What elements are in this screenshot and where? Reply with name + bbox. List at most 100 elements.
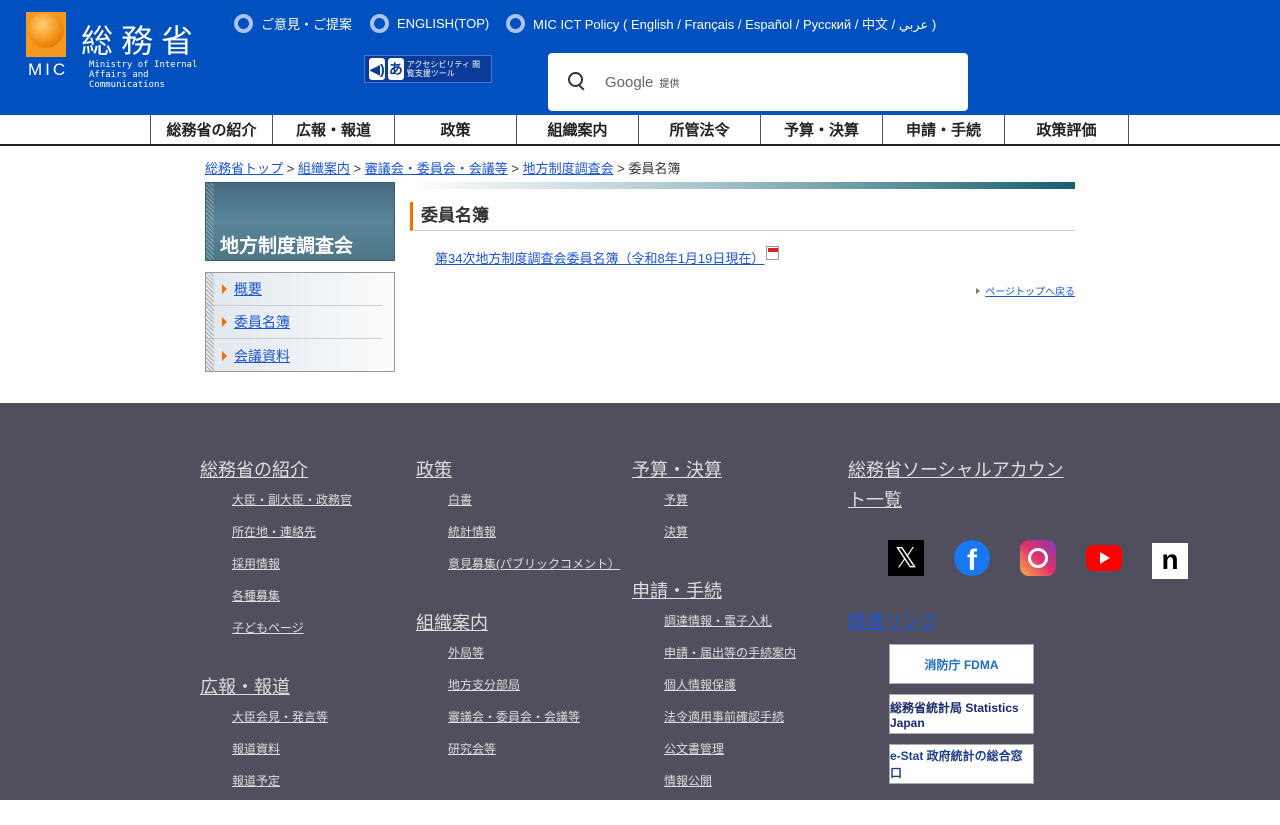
nav-budget[interactable]: 予算・決算: [760, 115, 882, 144]
footer-heading-link[interactable]: 政策: [416, 455, 452, 485]
footer-heading-link[interactable]: 組織案内: [416, 608, 488, 638]
search-provided: 提供: [659, 78, 680, 90]
breadcrumb-sep: >: [353, 161, 362, 176]
x-icon[interactable]: 𝕏: [888, 540, 924, 576]
accessibility-tool-button[interactable]: ◀) あ アクセシビリティ 閲覧支援ツール: [364, 55, 492, 83]
facebook-icon[interactable]: f: [954, 540, 990, 577]
footer-link[interactable]: 報道資料: [232, 739, 416, 771]
member-list-pdf-link[interactable]: 第34次地方制度調査会委員名簿（令和8年1月19日現在）: [435, 248, 764, 267]
logo-kanji: 総務省: [81, 22, 202, 60]
footer-link[interactable]: 報道予定: [232, 771, 416, 803]
sidebar-item-members[interactable]: 委員名簿: [206, 306, 382, 339]
link-label: ENGLISH(TOP): [397, 16, 490, 31]
footer-col-4: 総務省ソーシャルアカウント一覧: [848, 455, 1064, 520]
footer-section: 総務省の紹介大臣・副大臣・政務官 所在地・連絡先 採用情報 各種募集 子どもページ: [200, 455, 416, 650]
breadcrumb-sep: >: [617, 161, 625, 176]
sidebar-link[interactable]: 概要: [234, 279, 262, 299]
footer-link[interactable]: 統計情報: [448, 522, 632, 554]
page-top: ページトップへ戻る: [976, 283, 1075, 298]
link-label: ご意見・ご提案: [261, 17, 353, 32]
sidebar-link[interactable]: 会議資料: [234, 346, 290, 366]
footer-link[interactable]: 情報公開: [664, 771, 848, 803]
link-label: MIC ICT Policy ( English / Français / Es…: [533, 17, 937, 32]
accessibility-label: アクセシビリティ 閲覧支援ツール: [406, 60, 481, 78]
footer-link[interactable]: 法令適用事前確認手続: [664, 707, 848, 739]
footer-link[interactable]: 申請・届出等の手続案内: [664, 643, 848, 675]
footer-link[interactable]: 地方支分部局: [448, 675, 632, 707]
sidebar-link[interactable]: 委員名簿: [234, 312, 290, 332]
sidebar-item-materials[interactable]: 会議資料: [206, 339, 382, 372]
footer-heading-link[interactable]: 申請・手続: [632, 576, 722, 606]
back-to-top-link[interactable]: ページトップへ戻る: [985, 283, 1075, 298]
header: 総務省 MIC Ministry of Internal Affairs and…: [0, 0, 1280, 115]
footer-link[interactable]: 白書: [448, 490, 632, 522]
logo-en: Ministry of Internal Affairs and Communi…: [89, 60, 198, 90]
hiragana-icon: あ: [387, 58, 404, 80]
breadcrumb-current: 委員名簿: [628, 161, 681, 176]
footer-link[interactable]: 各種募集: [232, 586, 416, 618]
breadcrumb-link[interactable]: 地方制度調査会: [523, 161, 614, 176]
breadcrumb: 総務省トップ > 組織案内 > 審議会・委員会・会議等 > 地方制度調査会 > …: [205, 158, 680, 177]
arrow-icon: [222, 350, 227, 361]
related-links-heading[interactable]: 関連リンク: [848, 607, 938, 637]
footer-link[interactable]: 所在地・連絡先: [232, 522, 416, 554]
footer-heading-link[interactable]: 広報・報道: [200, 672, 290, 702]
radio-icon: [370, 14, 389, 33]
footer-link[interactable]: 大臣・副大臣・政務官: [232, 490, 416, 522]
radio-icon: [234, 14, 253, 33]
ict-policy-link[interactable]: MIC ICT Policy ( English / Français / Es…: [506, 14, 936, 33]
footer-link[interactable]: 大臣会見・発言等: [232, 707, 416, 739]
breadcrumb-link[interactable]: 組織案内: [298, 161, 350, 176]
footer-section: 組織案内外局等 地方支分部局 審議会・委員会・会議等 研究会等: [416, 608, 632, 771]
sidebar-item-overview[interactable]: 概要: [206, 273, 382, 306]
footer-link[interactable]: 個人情報保護: [664, 675, 848, 707]
nav-press[interactable]: 広報・報道: [272, 115, 394, 144]
youtube-icon[interactable]: [1086, 545, 1122, 571]
footer-col-2: 政策白書 統計情報 意見募集(パブリックコメント） 組織案内外局等 地方支分部局 審議会・…: [416, 455, 632, 793]
footer-section: 申請・手続調達情報・電子入札 申請・届出等の手続案内 個人情報保護 法令適用事前確認手…: [632, 576, 848, 803]
search-input[interactable]: Google 提供: [548, 53, 968, 111]
footer-link[interactable]: 調達情報・電子入札: [664, 611, 848, 643]
footer-section: 広報・報道大臣会見・発言等 報道資料 報道予定: [200, 672, 416, 803]
estat-banner[interactable]: e-Stat 政府統計の総合窓口: [889, 744, 1034, 784]
nav-evaluation[interactable]: 政策評価: [1004, 115, 1129, 144]
breadcrumb-link[interactable]: 審議会・委員会・会議等: [365, 161, 508, 176]
nav-laws[interactable]: 所管法令: [638, 115, 760, 144]
footer-col-3: 予算・決算予算 決算申請・手続調達情報・電子入札 申請・届出等の手続案内 個人情報保護…: [632, 455, 848, 825]
decorative-bar: [410, 182, 1075, 189]
footer-link[interactable]: 子どもページ: [232, 618, 416, 650]
fdma-banner[interactable]: 消防庁 FDMA: [889, 644, 1034, 684]
footer-link[interactable]: 採用情報: [232, 554, 416, 586]
nav-applications[interactable]: 申請・手続: [882, 115, 1004, 144]
footer-link[interactable]: 公文書管理: [664, 739, 848, 771]
social-heading-link[interactable]: 総務省ソーシャルアカウント一覧: [848, 455, 1064, 515]
footer-link[interactable]: 決算: [664, 522, 848, 554]
sidebar-title: 地方制度調査会: [205, 182, 395, 261]
sidebar-menu: 概要 委員名簿 会議資料: [205, 272, 395, 372]
arrow-icon: [222, 284, 227, 294]
mic-logo[interactable]: 総務省 MIC Ministry of Internal Affairs and…: [26, 12, 211, 90]
page-title: 委員名簿: [410, 202, 1075, 231]
breadcrumb-link[interactable]: 総務省トップ: [205, 161, 283, 176]
footer-link[interactable]: 研究会等: [448, 739, 632, 771]
english-link[interactable]: ENGLISH(TOP): [370, 14, 489, 33]
speaker-icon: ◀): [369, 58, 385, 80]
arrow-icon: [222, 317, 227, 327]
footer-link[interactable]: 審議会・委員会・会議等: [448, 707, 632, 739]
footer-heading-link[interactable]: 総務省の紹介: [200, 455, 308, 485]
search-icon: [568, 72, 588, 92]
footer-link[interactable]: 意見募集(パブリックコメント）: [448, 554, 632, 586]
nav-organization[interactable]: 組織案内: [516, 115, 638, 144]
opinion-link[interactable]: ご意見・ご提案: [234, 14, 352, 33]
note-icon[interactable]: n: [1152, 543, 1188, 579]
footer-link[interactable]: 外局等: [448, 643, 632, 675]
breadcrumb-sep: >: [286, 161, 295, 176]
footer-section: 予算・決算予算 決算: [632, 455, 848, 554]
logo-mic: MIC: [28, 60, 69, 79]
statistics-bureau-banner[interactable]: 総務省統計局 Statistics Japan: [889, 694, 1034, 734]
nav-about[interactable]: 総務省の紹介: [150, 115, 272, 144]
footer-link[interactable]: 予算: [664, 490, 848, 522]
footer-heading-link[interactable]: 予算・決算: [632, 455, 722, 485]
nav-policy[interactable]: 政策: [394, 115, 516, 144]
instagram-icon[interactable]: [1020, 540, 1056, 576]
